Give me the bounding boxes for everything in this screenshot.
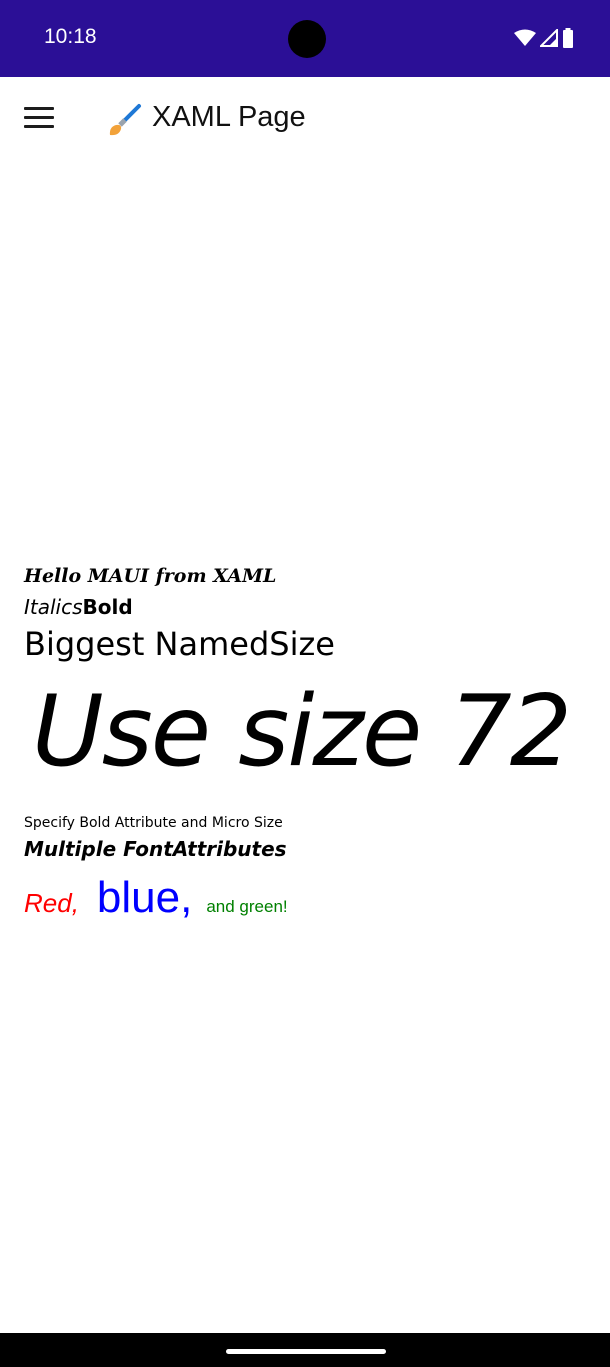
camera-cutout xyxy=(288,20,326,58)
status-time: 10:18 xyxy=(44,25,97,48)
italics-span: Italics xyxy=(24,595,83,619)
red-span: Red, xyxy=(24,888,79,918)
wifi-icon xyxy=(514,29,536,46)
app-bar: XAML Page xyxy=(0,77,610,165)
green-span: and green! xyxy=(206,897,288,916)
hello-label: Hello MAUI from XAML xyxy=(24,565,277,587)
blue-span: blue, xyxy=(96,873,193,922)
signal-icon xyxy=(540,29,558,47)
size72-label: Use size 72 xyxy=(32,675,572,789)
battery-icon xyxy=(563,28,573,48)
color-spans-label: Red, blue, and green! xyxy=(24,873,288,923)
italics-bold-label: ItalicsBold xyxy=(24,595,133,619)
paintbrush-icon xyxy=(109,104,141,136)
bold-span: Bold xyxy=(82,595,133,619)
multiple-attributes-label: Multiple FontAttributes xyxy=(24,837,287,861)
biggest-namedsize-label: Biggest NamedSize xyxy=(24,625,335,663)
micro-size-label: Specify Bold Attribute and Micro Size xyxy=(24,815,283,831)
menu-icon[interactable] xyxy=(24,107,58,133)
home-gesture-handle[interactable] xyxy=(226,1349,386,1354)
status-icons xyxy=(514,28,574,48)
system-nav-bar xyxy=(0,1333,610,1367)
status-bar: 10:18 xyxy=(0,0,610,77)
page-title: XAML Page xyxy=(152,101,306,133)
